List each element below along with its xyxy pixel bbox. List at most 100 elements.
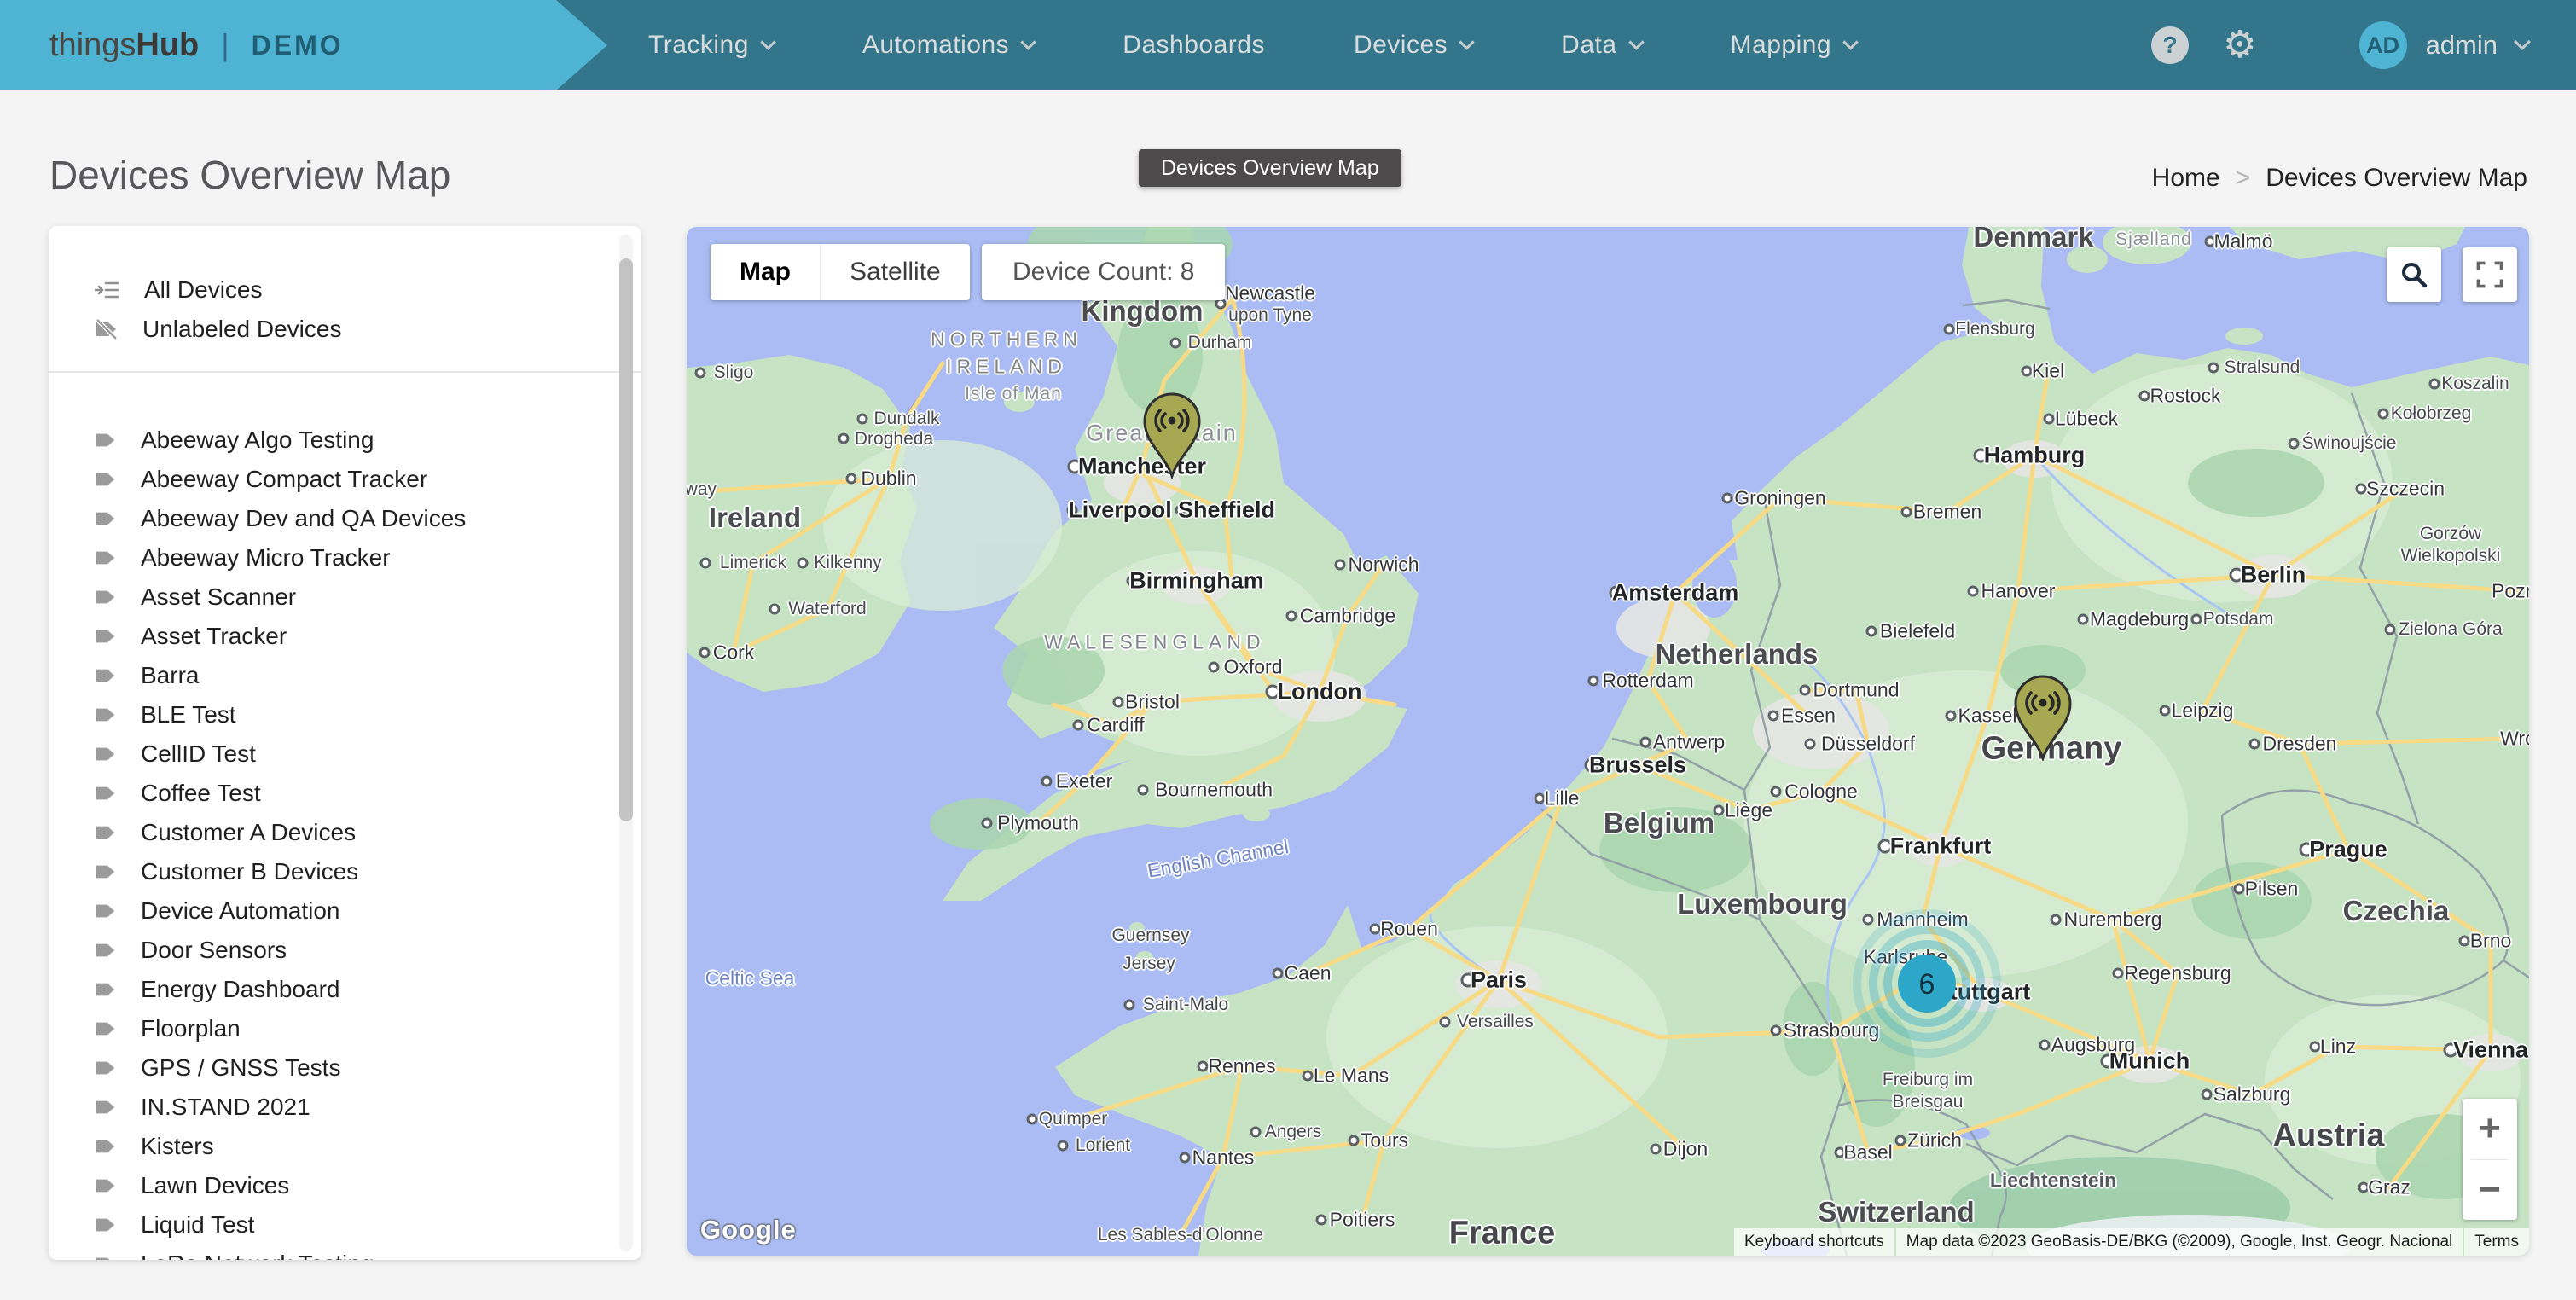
sidebar-item-label: IN.STAND 2021 (141, 1094, 310, 1121)
sidebar-divider (49, 371, 641, 373)
nav-item-devices[interactable]: Devices (1354, 31, 1472, 60)
nav-item-tracking[interactable]: Tracking (648, 31, 774, 60)
tag-icon (95, 547, 117, 569)
sidebar-item-label: Customer B Devices (141, 858, 358, 885)
tag-icon (95, 665, 117, 687)
nav-item-label: Mapping (1731, 31, 1832, 60)
nav-item-data[interactable]: Data (1561, 31, 1641, 60)
sidebar-label-device-automation[interactable]: Device Automation (49, 891, 641, 931)
device-cluster-marker[interactable]: 6 (1842, 898, 2012, 1073)
keyboard-shortcuts-link[interactable]: Keyboard shortcuts (1734, 1228, 1894, 1256)
sidebar-label-cellid-test[interactable]: CellID Test (49, 734, 641, 774)
sidebar-label-ble-test[interactable]: BLE Test (49, 695, 641, 734)
gear-icon[interactable]: ⚙ (2223, 26, 2256, 64)
map-type-map-button[interactable]: Map (711, 244, 820, 300)
cluster-icon: 6 (1842, 898, 2012, 1069)
sidebar-label-abeeway-dev-and-qa-devices[interactable]: Abeeway Dev and QA Devices (49, 499, 641, 538)
tag-icon (95, 704, 117, 726)
brand-things: things (49, 27, 136, 64)
nav-item-automations[interactable]: Automations (862, 31, 1034, 60)
sidebar-label-abeeway-micro-tracker[interactable]: Abeeway Micro Tracker (49, 538, 641, 577)
sidebar-item-label: Liquid Test (141, 1211, 254, 1239)
breadcrumb: Home > Devices Overview Map (2152, 164, 2527, 193)
page-title: Devices Overview Map (49, 152, 450, 198)
sidebar-label-customer-a-devices[interactable]: Customer A Devices (49, 813, 641, 852)
label-off-icon (95, 318, 119, 340)
sidebar-item-all-devices[interactable]: All Devices (49, 270, 641, 310)
sidebar-item-label: Floorplan (141, 1015, 241, 1042)
sidebar-item-label: GPS / GNSS Tests (141, 1054, 340, 1082)
sidebar-label-kisters[interactable]: Kisters (49, 1127, 641, 1166)
chevron-down-icon (1020, 34, 1036, 49)
fullscreen-button[interactable] (2463, 247, 2517, 302)
zoom-in-button[interactable]: + (2463, 1099, 2517, 1159)
device-groups-sidebar: All Devices Unlabeled Devices Abeeway Al… (49, 226, 641, 1260)
tag-icon (95, 468, 117, 490)
sidebar-item-unlabeled-devices[interactable]: Unlabeled Devices (49, 310, 641, 349)
device-pin-marker-2[interactable] (2010, 670, 2076, 765)
sidebar-scrollbar-thumb[interactable] (619, 258, 633, 821)
sidebar-item-label: Kisters (141, 1133, 214, 1160)
help-icon[interactable]: ? (2151, 26, 2189, 64)
sidebar-item-label: Coffee Test (141, 780, 261, 807)
chevron-down-icon[interactable] (2514, 33, 2531, 50)
brand-hub: Hub (136, 27, 199, 64)
tag-icon (95, 743, 117, 765)
top-nav-bar: thingsHub | DEMO Tracking Automations Dash… (0, 0, 2576, 90)
sidebar-label-floorplan[interactable]: Floorplan (49, 1009, 641, 1048)
search-icon (2399, 260, 2428, 289)
chevron-down-icon (1628, 34, 1644, 49)
tag-icon (95, 625, 117, 647)
sidebar-label-lora-network-testing[interactable]: LoRa Network Testing (49, 1245, 641, 1260)
header-right: ? ⚙ AD admin (2151, 0, 2528, 90)
sidebar-item-label: Abeeway Micro Tracker (141, 544, 391, 572)
sidebar-label-door-sensors[interactable]: Door Sensors (49, 931, 641, 970)
sidebar-item-label: BLE Test (141, 701, 236, 728)
avatar[interactable]: AD (2359, 21, 2407, 69)
nav-item-label: Automations (862, 31, 1009, 60)
sidebar-label-customer-b-devices[interactable]: Customer B Devices (49, 852, 641, 891)
sidebar-label-liquid-test[interactable]: Liquid Test (49, 1205, 641, 1245)
map-type-control: Map Satellite (711, 244, 970, 300)
sidebar-item-label: Lawn Devices (141, 1172, 289, 1199)
google-logo: Google (700, 1215, 797, 1245)
fullscreen-icon (2476, 261, 2503, 288)
breadcrumb-separator: > (2236, 164, 2251, 193)
devices-overview-map[interactable]: DenmarkSjællandMalmöKingdomNewcastleupon… (687, 227, 2529, 1256)
main-nav: Tracking Automations Dashboards Devices Data… (648, 0, 1856, 90)
nav-item-dashboards[interactable]: Dashboards (1123, 31, 1265, 60)
sidebar-label-asset-scanner[interactable]: Asset Scanner (49, 577, 641, 617)
sidebar-item-label: Asset Tracker (141, 623, 287, 650)
sidebar-label-coffee-test[interactable]: Coffee Test (49, 774, 641, 813)
sidebar-label-asset-tracker[interactable]: Asset Tracker (49, 617, 641, 656)
map-attribution: Keyboard shortcuts Map data ©2023 GeoBas… (1734, 1228, 2529, 1256)
sidebar-label-energy-dashboard[interactable]: Energy Dashboard (49, 970, 641, 1009)
brand-logo[interactable]: thingsHub | DEMO (0, 0, 607, 90)
sidebar-label-in-stand-2021[interactable]: IN.STAND 2021 (49, 1088, 641, 1127)
sidebar-label-gps-gnss-tests[interactable]: GPS / GNSS Tests (49, 1048, 641, 1088)
map-data-attribution: Map data ©2023 GeoBasis-DE/BKG (©2009), … (1896, 1228, 2463, 1256)
tag-icon (95, 1175, 117, 1197)
beacon-pin-icon (2010, 670, 2076, 761)
nav-item-label: Devices (1354, 31, 1448, 60)
tag-icon (95, 1214, 117, 1236)
user-menu-label[interactable]: admin (2426, 30, 2498, 61)
sidebar-label-abeeway-algo-testing[interactable]: Abeeway Algo Testing (49, 421, 641, 460)
sidebar-label-lawn-devices[interactable]: Lawn Devices (49, 1166, 641, 1205)
map-type-satellite-button[interactable]: Satellite (820, 244, 970, 300)
device-pin-marker-1[interactable] (1139, 388, 1205, 483)
tag-icon (95, 978, 117, 1001)
svg-text:6: 6 (1919, 968, 1935, 1001)
zoom-out-button[interactable]: − (2463, 1160, 2517, 1221)
tag-icon (95, 1253, 117, 1260)
nav-item-mapping[interactable]: Mapping (1731, 31, 1857, 60)
zoom-control: + − (2463, 1099, 2517, 1220)
sidebar-label-barra[interactable]: Barra (49, 656, 641, 695)
app-root: thingsHub | DEMO Tracking Automations Dash… (0, 0, 2576, 1300)
sidebar-label-abeeway-compact-tracker[interactable]: Abeeway Compact Tracker (49, 460, 641, 499)
all-devices-icon (95, 279, 120, 301)
breadcrumb-home[interactable]: Home (2152, 164, 2220, 193)
terms-link[interactable]: Terms (2464, 1228, 2529, 1256)
map-search-button[interactable] (2387, 247, 2441, 302)
chevron-down-icon (760, 34, 775, 49)
